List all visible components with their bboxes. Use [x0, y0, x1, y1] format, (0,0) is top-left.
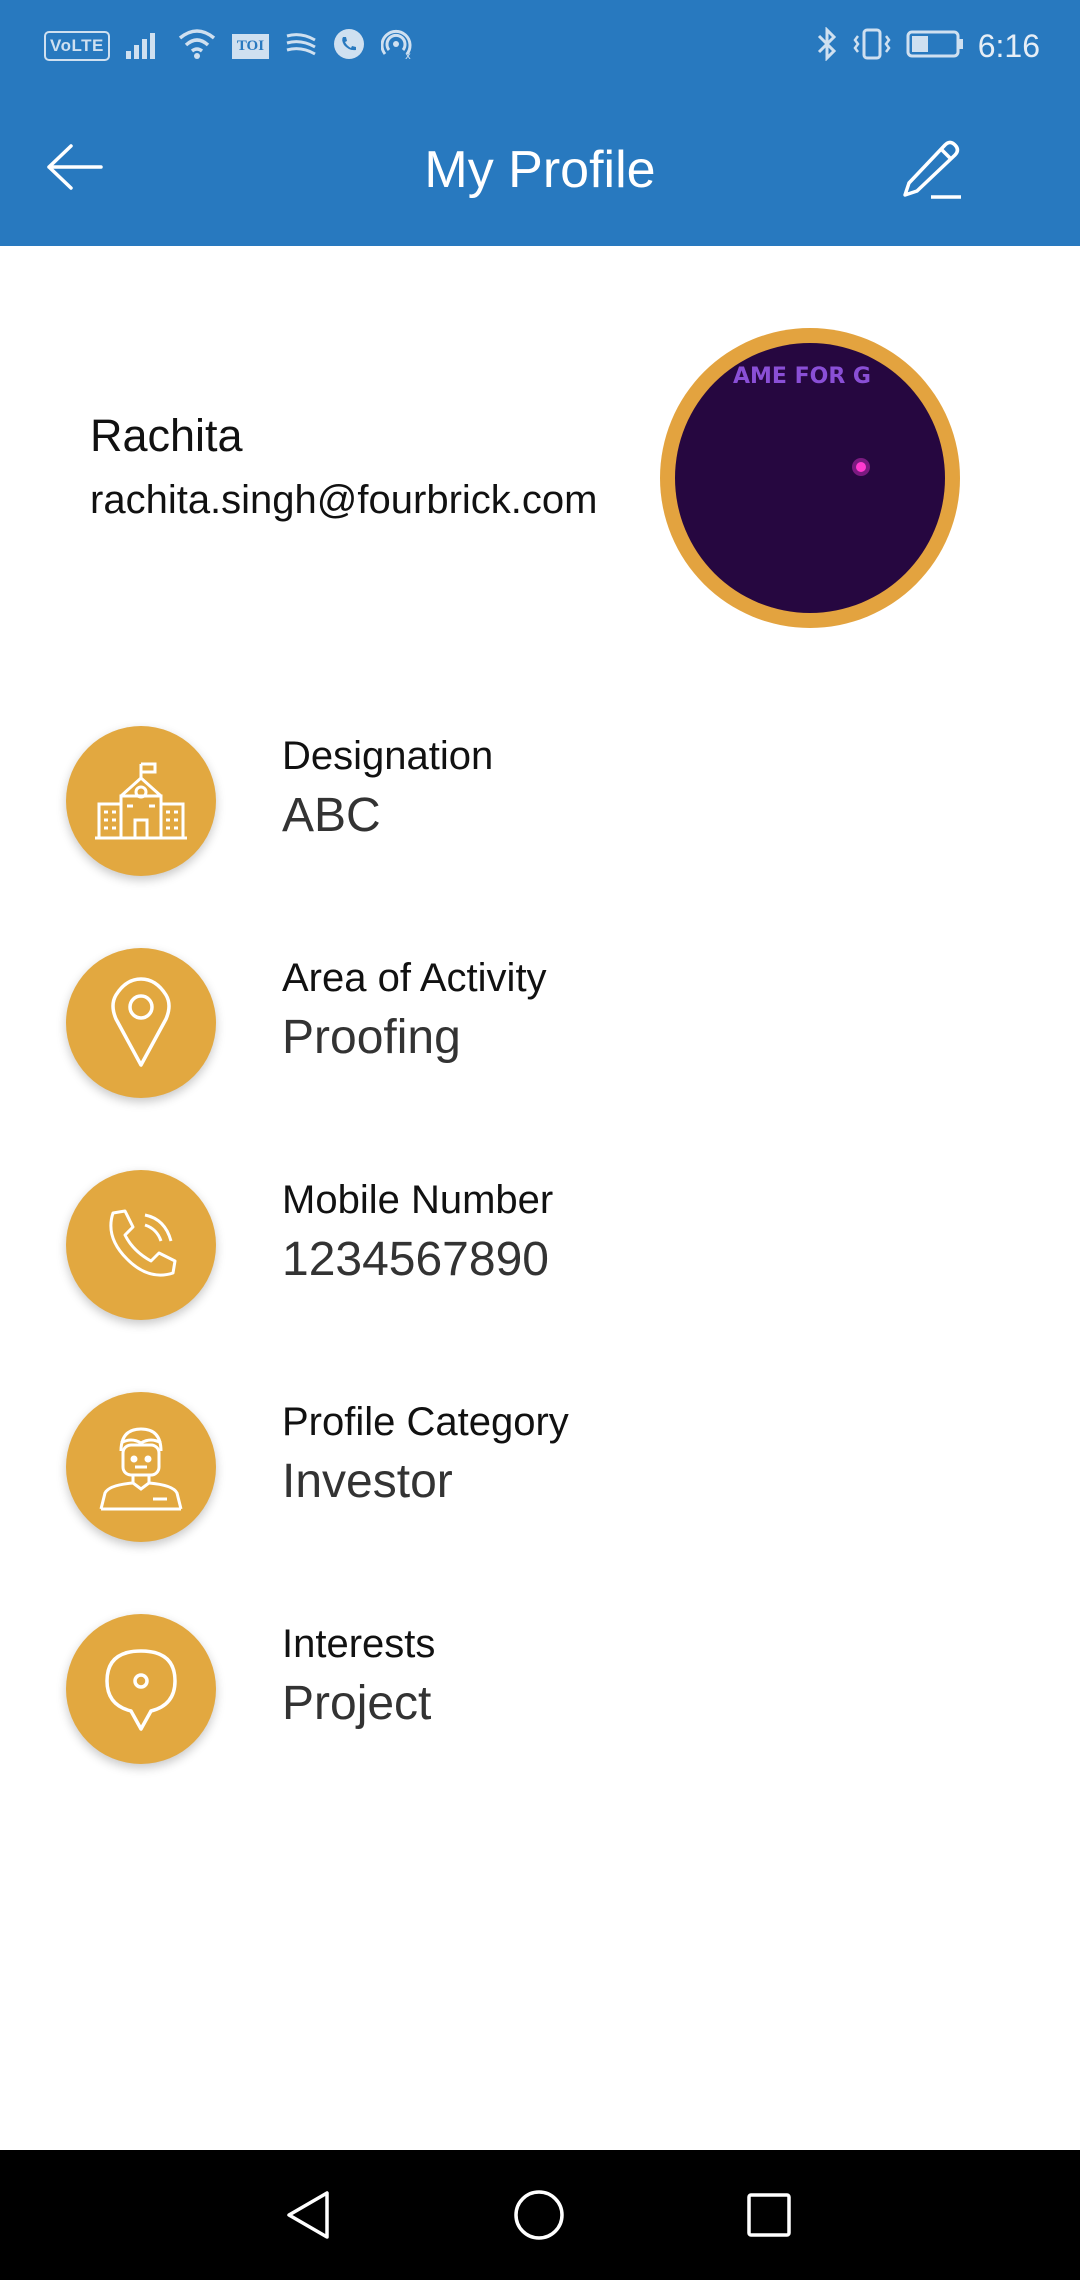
- building-icon: [66, 726, 216, 876]
- info-row-interests: Interests Project: [0, 1614, 1080, 1764]
- avatar-image: AME FOR G: [675, 343, 945, 613]
- nav-back-button[interactable]: [276, 2182, 342, 2248]
- info-row-profile-category: Profile Category Investor: [0, 1392, 1080, 1542]
- avatar-text: AME FOR G: [733, 364, 871, 389]
- person-icon: [66, 1392, 216, 1542]
- nav-home-button[interactable]: [506, 2182, 572, 2248]
- designation-value: ABC: [282, 789, 381, 842]
- interests-value: Project: [282, 1677, 432, 1730]
- area-of-activity-label: Area of Activity: [282, 956, 547, 1000]
- mobile-number-value: 1234567890: [282, 1233, 549, 1286]
- signal-icon: [125, 29, 162, 64]
- svg-text:x: x: [405, 51, 411, 60]
- status-right: 6:16: [816, 25, 1040, 66]
- designation-label: Designation: [282, 734, 494, 778]
- status-time: 6:16: [977, 27, 1040, 64]
- bluetooth-icon: [816, 25, 838, 66]
- circle-home-icon: [514, 2190, 564, 2240]
- info-row-designation: Designation ABC: [0, 726, 1080, 876]
- profile-name: Rachita: [90, 410, 243, 461]
- battery-icon: [906, 29, 964, 64]
- info-row-area-of-activity: Area of Activity Proofing: [0, 948, 1080, 1098]
- area-of-activity-value: Proofing: [282, 1011, 461, 1064]
- call-icon: [333, 28, 365, 65]
- nav-recents-button[interactable]: [736, 2182, 802, 2248]
- volte-icon: VoLTE: [44, 31, 110, 61]
- hotspot-icon: x: [380, 28, 415, 65]
- square-recents-icon: [747, 2193, 791, 2237]
- stream-icon: [285, 30, 317, 63]
- map-marker-icon: [66, 1614, 216, 1764]
- triangle-back-icon: [287, 2191, 329, 2239]
- profile-category-label: Profile Category: [282, 1400, 569, 1444]
- profile-email: rachita.singh@fourbrick.com: [90, 478, 598, 522]
- status-left: VoLTE TOI x: [44, 26, 415, 66]
- location-pin-icon: [66, 948, 216, 1098]
- mobile-number-label: Mobile Number: [282, 1178, 554, 1222]
- profile-category-value: Investor: [282, 1455, 453, 1508]
- toi-icon: TOI: [231, 33, 270, 59]
- status-bar: VoLTE TOI x 6:16: [0, 0, 1080, 92]
- avatar[interactable]: AME FOR G: [660, 328, 960, 628]
- phone-icon: [66, 1170, 216, 1320]
- edit-profile-button[interactable]: [894, 130, 970, 206]
- info-row-mobile-number: Mobile Number 1234567890: [0, 1170, 1080, 1320]
- pencil-icon: [903, 140, 961, 199]
- wifi-icon: [178, 28, 216, 65]
- system-nav-bar: [0, 2150, 1080, 2280]
- app-bar: My Profile: [0, 92, 1080, 246]
- vibrate-icon: [852, 27, 892, 66]
- interests-label: Interests: [282, 1622, 436, 1666]
